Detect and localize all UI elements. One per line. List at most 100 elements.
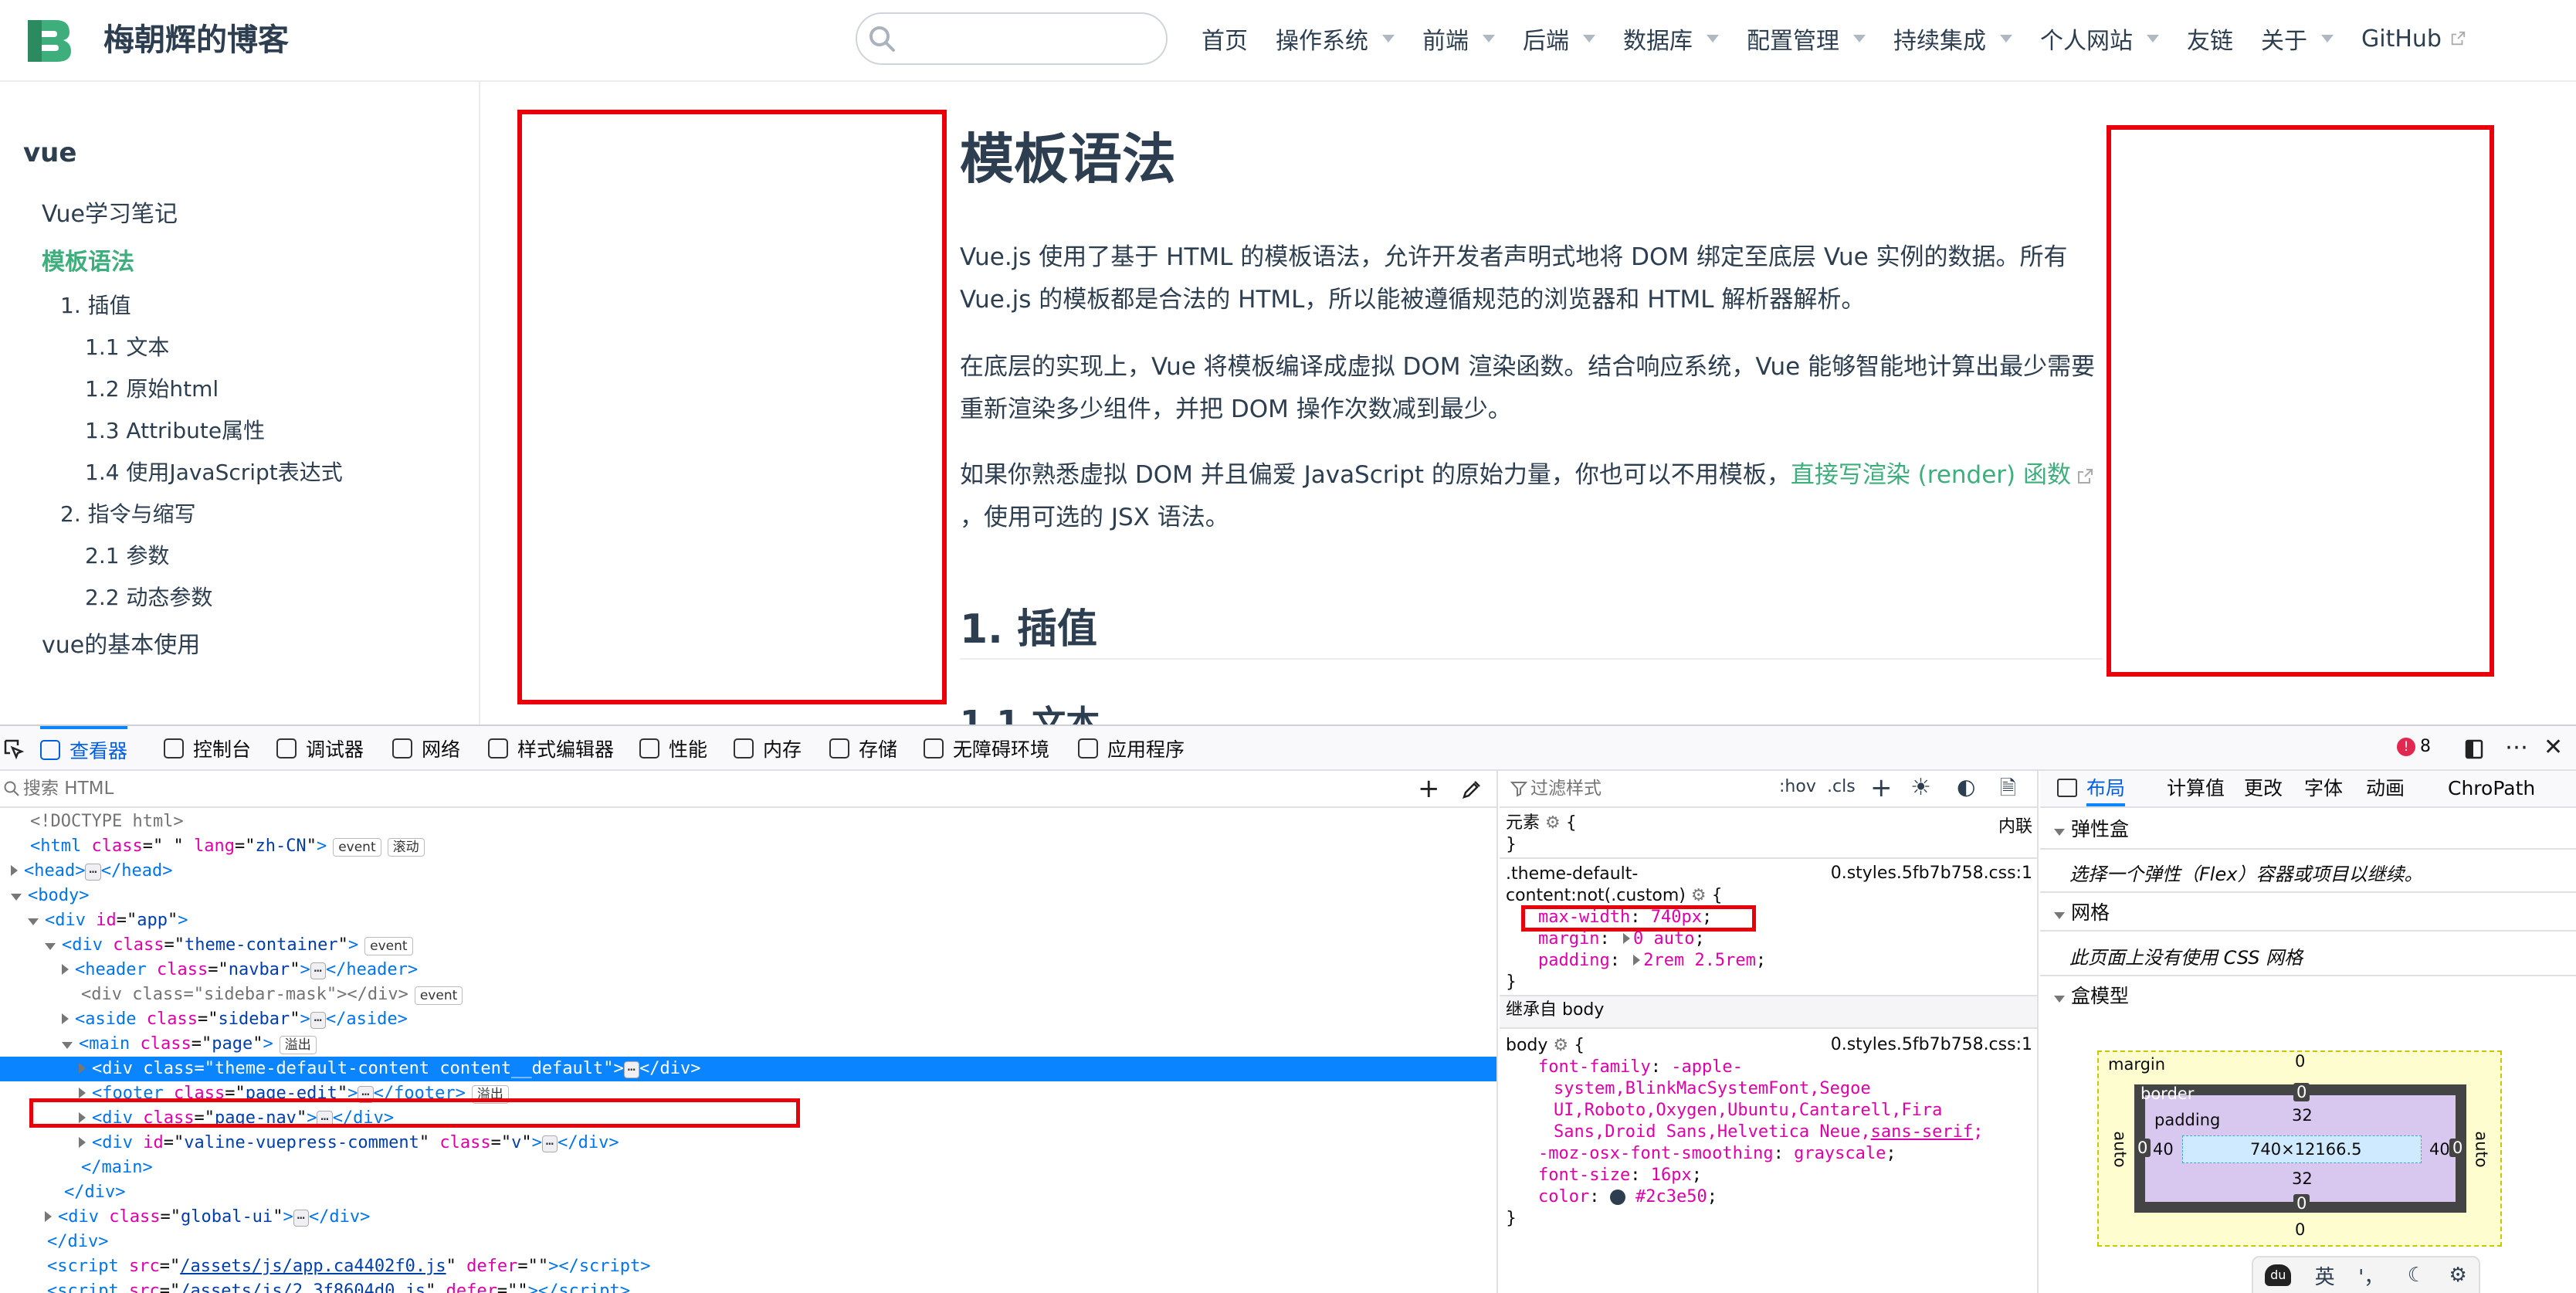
print-media-icon[interactable]: 🗎 [2000, 774, 2016, 808]
dom-node-row[interactable]: <head> ⋯ </head> [0, 859, 1496, 884]
box-model-section-header[interactable]: 盒模型 [2040, 975, 2576, 1015]
hover-state-toggle[interactable]: :hov [1779, 777, 1816, 796]
sidebar-item-1[interactable]: 模板语法 [42, 243, 134, 277]
nav-link-0[interactable]: 首页 [1202, 22, 1248, 56]
eyedropper-icon[interactable] [1461, 779, 1483, 800]
margin-top-value[interactable]: 0 [2295, 1052, 2305, 1071]
rule-source-link-body[interactable]: 0.styles.5fb7b758.css:1 [1831, 1035, 2032, 1054]
sidebar-item-2[interactable]: 1. 插值 [60, 289, 131, 320]
nav-link-2[interactable]: 前端 [1422, 22, 1495, 56]
nav-link-1[interactable]: 操作系统 [1276, 22, 1395, 56]
sidebar-item-9[interactable]: 2.2 动态参数 [85, 581, 212, 612]
devtools-tab-9[interactable]: 应用程序 [1078, 726, 1185, 771]
twisty-icon[interactable] [45, 943, 56, 950]
error-count-badge[interactable]: ! 8 [2397, 737, 2431, 756]
sidebar-item-3[interactable]: 1.1 文本 [85, 331, 169, 361]
element-picker-icon[interactable] [3, 738, 25, 760]
border-bottom-value[interactable]: 0 [2293, 1194, 2310, 1213]
add-rule-icon[interactable]: + [1870, 771, 1893, 805]
dom-node-row[interactable]: <main class="page"> 溢出 [0, 1032, 1496, 1057]
sidebar-item-0[interactable]: Vue学习笔记 [42, 195, 178, 229]
dom-node-row[interactable]: <div class="theme-default-content conten… [0, 1057, 1496, 1081]
devtools-tab-5[interactable]: 性能 [639, 726, 707, 771]
dom-node-row[interactable]: <html class=" " lang="zh-CN"> event 滚动 [0, 834, 1496, 859]
nav-link-6[interactable]: 持续集成 [1893, 22, 2012, 56]
dom-node-row[interactable]: <div class="sidebar-mask"></div> event [0, 982, 1496, 1007]
nav-link-5[interactable]: 配置管理 [1747, 22, 1866, 56]
sidebar-item-8[interactable]: 2.1 参数 [85, 539, 169, 570]
dom-node-row[interactable]: <aside class="sidebar"> ⋯ </aside> [0, 1007, 1496, 1032]
twisty-icon[interactable] [62, 964, 69, 975]
sidebar-item-10[interactable]: vue的基本使用 [42, 626, 200, 660]
devtools-tab-6[interactable]: 内存 [734, 726, 802, 771]
devtools-tab-0[interactable]: 查看器 [40, 726, 128, 771]
html-search-input[interactable] [23, 775, 1398, 802]
nav-link-7[interactable]: 个人网站 [2040, 22, 2159, 56]
dom-node-row[interactable]: <header class="navbar"> ⋯ </header> [0, 958, 1496, 982]
dom-node-row[interactable]: <!DOCTYPE html> [0, 809, 1496, 834]
dom-node-row[interactable]: <body> [0, 884, 1496, 908]
moon-icon[interactable]: ☾ [2408, 1264, 2425, 1287]
twisty-icon[interactable] [79, 1137, 86, 1148]
render-function-link[interactable]: 直接写渲染 (render) 函数 [1791, 461, 2071, 489]
margin-bottom-value[interactable]: 0 [2295, 1220, 2305, 1239]
rule-source-link[interactable]: 0.styles.5fb7b758.css:1 [1831, 864, 2032, 883]
decl-padding[interactable]: padding: 2rem 2.5rem; [1538, 950, 1766, 972]
devtools-tab-2[interactable]: 调试器 [276, 726, 364, 771]
light-theme-icon[interactable]: ☀ [1910, 774, 1931, 801]
twisty-icon[interactable] [62, 1042, 73, 1049]
twisty-icon[interactable] [62, 1013, 69, 1024]
nav-link-9[interactable]: 关于 [2261, 22, 2334, 56]
padding-bottom-value[interactable]: 32 [2292, 1169, 2313, 1188]
nav-link-4[interactable]: 数据库 [1623, 22, 1719, 56]
padding-top-value[interactable]: 32 [2292, 1106, 2313, 1125]
layout-tab-1[interactable]: 计算值 [2167, 771, 2225, 806]
dom-node-row[interactable]: <div class="theme-container"> event [0, 933, 1496, 958]
more-options-icon[interactable]: ⋯ [2505, 734, 2528, 761]
gear-icon[interactable]: ⚙ [1545, 813, 1561, 833]
gear-icon[interactable]: ⚙ [1691, 886, 1707, 905]
grid-section-header[interactable]: 网格 [2040, 891, 2576, 932]
dom-node-row[interactable]: <script src="/assets/js/app.ca4402f0.js"… [0, 1254, 1496, 1279]
nav-link-10[interactable]: GitHub [2361, 25, 2466, 53]
baidu-ime-icon[interactable]: du [2265, 1264, 2292, 1286]
flexbox-section-header[interactable]: 弹性盒 [2040, 809, 2576, 850]
filter-styles-input[interactable] [1530, 775, 1724, 802]
dom-node-row[interactable]: </main> [0, 1156, 1496, 1180]
twisty-icon[interactable] [45, 1211, 52, 1222]
twisty-icon[interactable] [79, 1063, 86, 1074]
sidebar-title[interactable]: vue [23, 137, 76, 168]
layout-tab-3[interactable]: 字体 [2304, 771, 2343, 806]
layout-tab-5[interactable]: ChroPath [2448, 771, 2535, 806]
devtools-tab-3[interactable]: 网络 [392, 726, 460, 771]
layout-tab-0[interactable]: 布局 [2086, 771, 2126, 806]
ime-punctuation-toggle[interactable]: '， [2358, 1261, 2384, 1290]
margin-right-value[interactable]: auto [2473, 1131, 2491, 1167]
devtools-tab-7[interactable]: 存储 [829, 726, 897, 771]
twisty-icon[interactable] [28, 918, 39, 925]
dom-node-row[interactable]: </div> [0, 1230, 1496, 1254]
padding-left-value[interactable]: 40 [2153, 1140, 2174, 1159]
sidebar-item-5[interactable]: 1.3 Attribute属性 [85, 414, 265, 445]
padding-right-value[interactable]: 40 [2429, 1140, 2450, 1159]
ime-language-toggle[interactable]: 英 [2315, 1261, 2335, 1290]
sidebar-item-4[interactable]: 1.2 原始html [85, 372, 219, 403]
dom-node-row[interactable]: <div id="valine-vuepress-comment" class=… [0, 1131, 1496, 1156]
close-devtools-icon[interactable]: ✕ [2544, 734, 2563, 761]
border-top-value[interactable]: 0 [2293, 1083, 2310, 1101]
sidebar-item-7[interactable]: 2. 指令与缩写 [60, 497, 196, 528]
class-toggle[interactable]: .cls [1827, 777, 1856, 796]
twisty-icon[interactable] [79, 1088, 86, 1098]
add-node-icon[interactable]: + [1418, 774, 1440, 803]
nav-link-8[interactable]: 友链 [2187, 22, 2233, 56]
site-name[interactable]: 梅朝辉的博客 [103, 19, 289, 62]
devtools-tab-8[interactable]: 无障碍环境 [924, 726, 1049, 771]
margin-left-value[interactable]: auto [2111, 1131, 2130, 1167]
border-right-value[interactable]: 0 [2449, 1139, 2466, 1157]
dom-node-row[interactable]: <div class="global-ui"> ⋯ </div> [0, 1205, 1496, 1230]
decl-margin[interactable]: margin: 0 auto; [1538, 928, 1705, 950]
search-input[interactable] [856, 12, 1168, 65]
sidebar-item-6[interactable]: 1.4 使用JavaScript表达式 [85, 456, 343, 487]
layout-tab-4[interactable]: 动画 [2366, 771, 2405, 806]
dom-node-row[interactable]: <script src="/assets/js/2.3f8604d0.js" d… [0, 1279, 1496, 1293]
